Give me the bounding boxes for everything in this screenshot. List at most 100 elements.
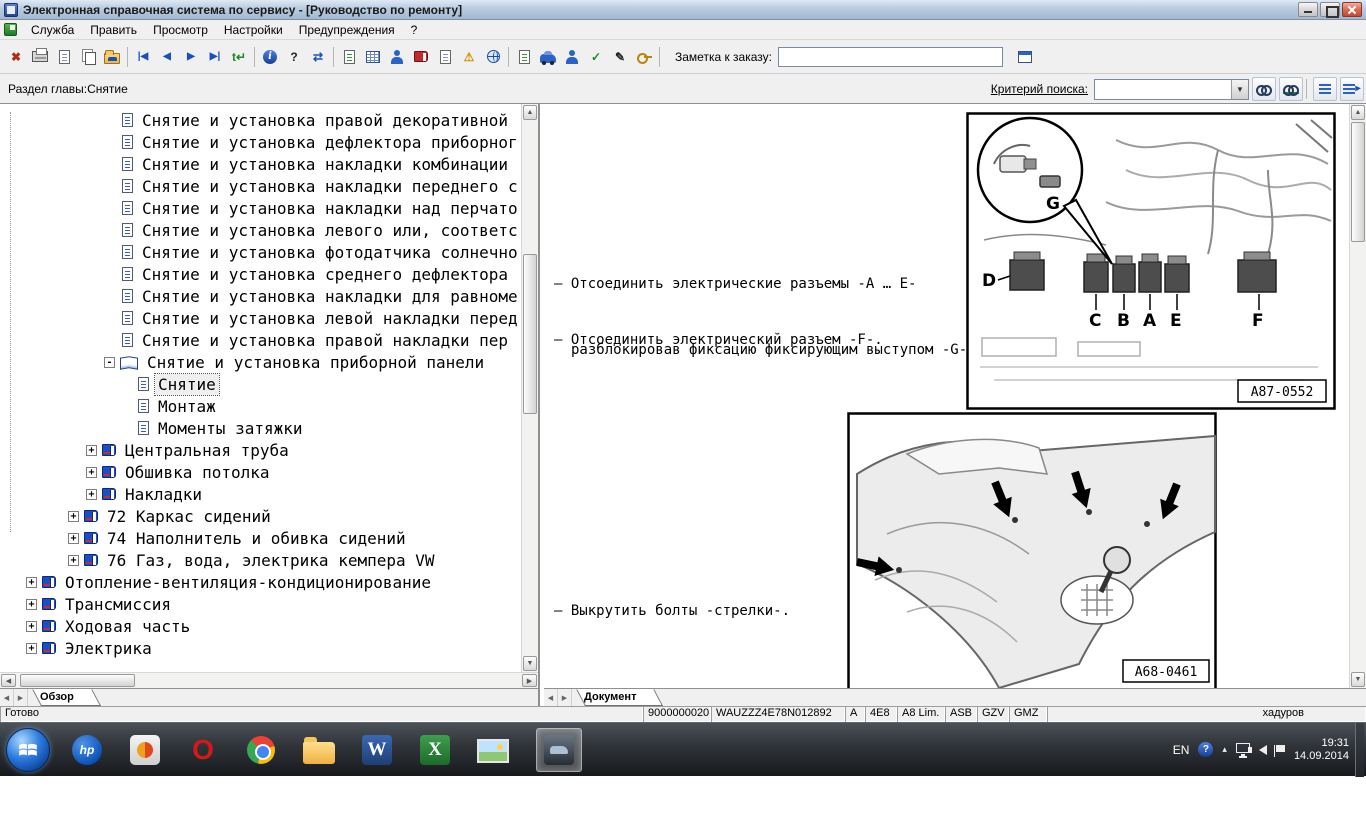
nav-last-button[interactable]: ▶| [203,45,227,69]
scrollbar-thumb[interactable] [523,254,537,414]
copy-button[interactable] [76,45,100,69]
customer-button[interactable] [385,45,409,69]
grid-button[interactable] [361,45,385,69]
expand-toggle[interactable]: + [26,577,37,588]
results-list-button[interactable] [1313,77,1337,101]
language-indicator[interactable]: EN [1173,743,1190,757]
info-button[interactable]: i [258,45,282,69]
goto-result-button[interactable]: ▸ [1340,77,1364,101]
start-button[interactable] [6,728,50,772]
menu-view[interactable]: Просмотр [145,21,216,39]
tree-item[interactable]: +76 Газ, вода, электрика кемпера VW [0,549,521,571]
tree-item[interactable]: Снятие и установка фотодатчика солнечно [0,241,521,263]
tree-item[interactable]: Снятие и установка левой накладки перед [0,307,521,329]
expand-toggle[interactable]: + [86,445,97,456]
tree-item[interactable]: +Электрика [0,637,521,659]
expand-toggle[interactable]: + [68,555,79,566]
expand-toggle[interactable]: + [86,489,97,500]
scroll-left-button[interactable]: ◀ [1,674,16,687]
scrollbar-thumb[interactable] [1351,122,1365,242]
menu-settings[interactable]: Настройки [216,21,291,39]
menu-warnings[interactable]: Предупреждения [291,21,403,39]
sync-button[interactable]: ⇄ [306,45,330,69]
scroll-right-button[interactable]: ▶ [522,674,537,687]
properties-button[interactable] [1013,45,1037,69]
nav-prev-button[interactable]: ◀ [155,45,179,69]
list-doc-button[interactable] [433,45,457,69]
tab-overview[interactable]: Обзор [32,689,92,706]
scroll-up-button[interactable]: ▲ [523,105,537,120]
expand-toggle[interactable]: + [86,467,97,478]
search-criteria-input[interactable] [1095,80,1231,99]
tree-item[interactable]: +Отопление-вентиляция-кондиционирование [0,571,521,593]
tree-item[interactable]: -Снятие и установка приборной панели [0,351,521,373]
tab-scroll-right-button[interactable]: ▶ [14,689,28,706]
close-button[interactable] [1342,2,1362,17]
search-next-button[interactable] [1279,77,1303,101]
tab-scroll-left-button[interactable]: ◀ [0,689,14,706]
menu-edit[interactable]: Править [82,21,145,39]
tab-document[interactable]: Документ [576,689,654,706]
taskbar-folder-icon[interactable] [296,728,342,772]
tree-item[interactable]: Снятие и установка дефлектора приборног [0,131,521,153]
new-document-button[interactable] [52,45,76,69]
taskbar-excel-icon[interactable]: X [412,728,458,772]
taskbar-app2-icon[interactable] [122,728,168,772]
scroll-down-button[interactable]: ▼ [523,656,537,671]
print-button[interactable] [28,45,52,69]
show-desktop-button[interactable] [1355,723,1364,777]
taskbar-chrome-icon[interactable] [238,728,284,772]
tree-item[interactable]: Снятие и установка правой накладки пер [0,329,521,351]
tray-flag-icon[interactable] [1276,745,1285,752]
user-access-button[interactable] [560,45,584,69]
tree-item[interactable]: +Ходовая часть [0,615,521,637]
green-doc-button[interactable] [512,45,536,69]
tray-volume-icon[interactable] [1259,745,1267,755]
tree-item[interactable]: Снятие и установка среднего дефлектора [0,263,521,285]
taskbar-elsa-icon-active[interactable] [536,728,582,772]
tree-item[interactable]: +72 Каркас сидений [0,505,521,527]
tree-item[interactable]: +Накладки [0,483,521,505]
menu-service[interactable]: Служба [23,21,82,39]
search-button[interactable] [1252,77,1276,101]
expand-toggle[interactable]: + [26,599,37,610]
nav-next-button[interactable]: ▶ [179,45,203,69]
tree-horizontal-scrollbar[interactable]: ◀ ▶ [0,672,538,688]
checklist-button[interactable]: ✓ [584,45,608,69]
scroll-up-button[interactable]: ▲ [1351,105,1365,120]
tree-item[interactable]: +Центральная труба [0,439,521,461]
tree-item[interactable]: Снятие и установка правой декоративной [0,109,521,131]
online-button[interactable] [481,45,505,69]
expand-toggle[interactable]: + [26,621,37,632]
tree-item[interactable]: +Обшивка потолка [0,461,521,483]
scrollbar-thumb[interactable] [20,674,135,687]
tray-clock[interactable]: 19:31 14.09.2014 [1294,737,1349,763]
document-vertical-scrollbar[interactable]: ▲ ▼ [1349,104,1366,688]
tree-item[interactable]: Снятие и установка накладки комбинации [0,153,521,175]
child-window-icon[interactable] [4,23,17,36]
tree-item[interactable]: Снятие и установка накладки переднего с [0,175,521,197]
minimize-button[interactable] [1298,2,1318,17]
tree-item[interactable]: Снятие и установка левого или, соответс [0,219,521,241]
tab-scroll-left-button[interactable]: ◀ [544,689,558,706]
tree-item[interactable]: Монтаж [0,395,521,417]
taskbar-hp-icon[interactable]: hp [64,728,110,772]
maximize-button[interactable] [1320,2,1340,17]
table-doc-button[interactable] [337,45,361,69]
key-button[interactable] [632,45,656,69]
menu-help[interactable]: ? [403,21,426,39]
tree-item[interactable]: Моменты затяжки [0,417,521,439]
taskbar-pictures-icon[interactable] [470,728,516,772]
collapse-toggle[interactable]: - [104,357,115,368]
tray-expand-icon[interactable]: ▴ [1222,744,1227,755]
taskbar-opera-icon[interactable]: O [180,728,226,772]
tree-item[interactable]: +74 Наполнитель и обивка сидений [0,527,521,549]
manual-button[interactable] [409,45,433,69]
exit-button[interactable]: ✖ [4,45,28,69]
combo-dropdown-button[interactable]: ▼ [1231,80,1248,99]
tab-scroll-right-button[interactable]: ▶ [558,689,572,706]
edit-query-button[interactable]: ✎ [608,45,632,69]
expand-toggle[interactable]: + [68,533,79,544]
jump-back-button[interactable]: t↵ [227,45,251,69]
order-note-input[interactable] [778,47,1003,67]
